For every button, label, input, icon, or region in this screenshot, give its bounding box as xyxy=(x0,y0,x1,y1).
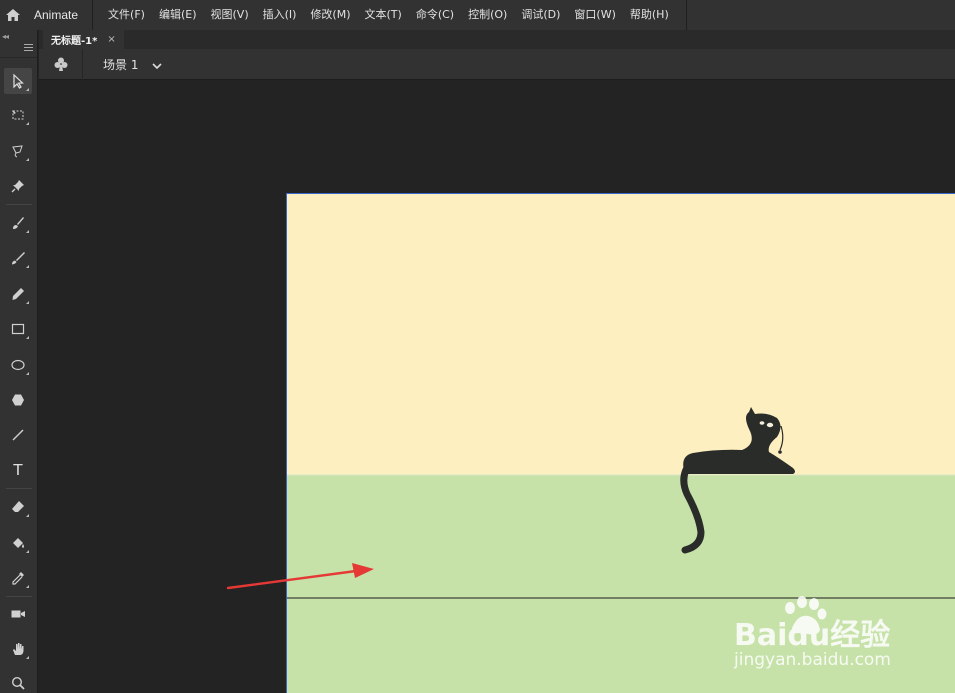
menu-debug[interactable]: 调试(D) xyxy=(514,0,567,30)
menu-modify[interactable]: 修改(M) xyxy=(303,0,357,30)
hand-tool-icon[interactable] xyxy=(4,636,32,662)
menu-text[interactable]: 文本(T) xyxy=(358,0,409,30)
brush-tool-icon[interactable] xyxy=(4,245,32,271)
edit-symbols-icon[interactable] xyxy=(39,48,83,80)
free-transform-tool-icon[interactable] xyxy=(4,102,32,128)
menu-help[interactable]: 帮助(H) xyxy=(623,0,676,30)
menu-edit[interactable]: 编辑(E) xyxy=(152,0,204,30)
text-tool-icon[interactable]: T xyxy=(4,457,32,483)
document-tab-title: 无标题-1* xyxy=(51,36,98,47)
sky-background xyxy=(287,194,955,475)
collapse-panel-icon[interactable]: ◂◂ xyxy=(2,32,9,41)
menu-commands[interactable]: 命令(C) xyxy=(409,0,461,30)
menu-bar: Animate 文件(F) 编辑(E) 视图(V) 插入(I) 修改(M) 文本… xyxy=(0,0,955,30)
tools-panel: ◂◂ T xyxy=(0,30,38,693)
document-tab[interactable]: 无标题-1* × xyxy=(43,30,124,49)
watermark-logo-text: Baidu经验 xyxy=(734,618,891,653)
paint-brush-tool-icon[interactable] xyxy=(4,210,32,236)
edit-bar: 场景 1 xyxy=(39,48,955,80)
eyedropper-tool-icon[interactable] xyxy=(4,565,32,591)
eraser-tool-icon[interactable] xyxy=(4,494,32,520)
scene-label[interactable]: 场景 1 xyxy=(83,56,138,73)
pencil-tool-icon[interactable] xyxy=(4,281,32,307)
home-icon[interactable] xyxy=(0,0,26,30)
watermark-url: jingyan.baidu.com xyxy=(734,650,891,670)
chevron-down-icon[interactable] xyxy=(152,55,163,74)
app-name: Animate xyxy=(26,0,94,30)
menu-view[interactable]: 视图(V) xyxy=(204,0,256,30)
baidu-watermark: Baidu经验 jingyan.baidu.com xyxy=(730,596,940,676)
menu-file[interactable]: 文件(F) xyxy=(101,0,152,30)
line-tool-icon[interactable] xyxy=(4,422,32,448)
menu-list: 文件(F) 编辑(E) 视图(V) 插入(I) 修改(M) 文本(T) 命令(C… xyxy=(93,0,687,30)
document-tab-bar: 无标题-1* × xyxy=(39,30,955,49)
pin-tool-icon[interactable] xyxy=(4,173,32,199)
zoom-tool-icon[interactable] xyxy=(4,670,32,693)
oval-tool-icon[interactable] xyxy=(4,352,32,378)
menu-control[interactable]: 控制(O) xyxy=(461,0,514,30)
camera-tool-icon[interactable] xyxy=(4,601,32,627)
text-tool-glyph: T xyxy=(13,461,23,479)
selection-tool-icon[interactable] xyxy=(4,68,32,94)
polystar-tool-icon[interactable] xyxy=(4,387,32,413)
close-icon[interactable]: × xyxy=(107,34,115,45)
rectangle-tool-icon[interactable] xyxy=(4,316,32,342)
tools-panel-header: ◂◂ xyxy=(0,30,37,58)
paint-bucket-tool-icon[interactable] xyxy=(4,530,32,556)
menu-insert[interactable]: 插入(I) xyxy=(256,0,304,30)
panel-menu-icon[interactable] xyxy=(24,44,33,51)
menu-window[interactable]: 窗口(W) xyxy=(567,0,622,30)
lasso-tool-icon[interactable] xyxy=(4,138,32,164)
